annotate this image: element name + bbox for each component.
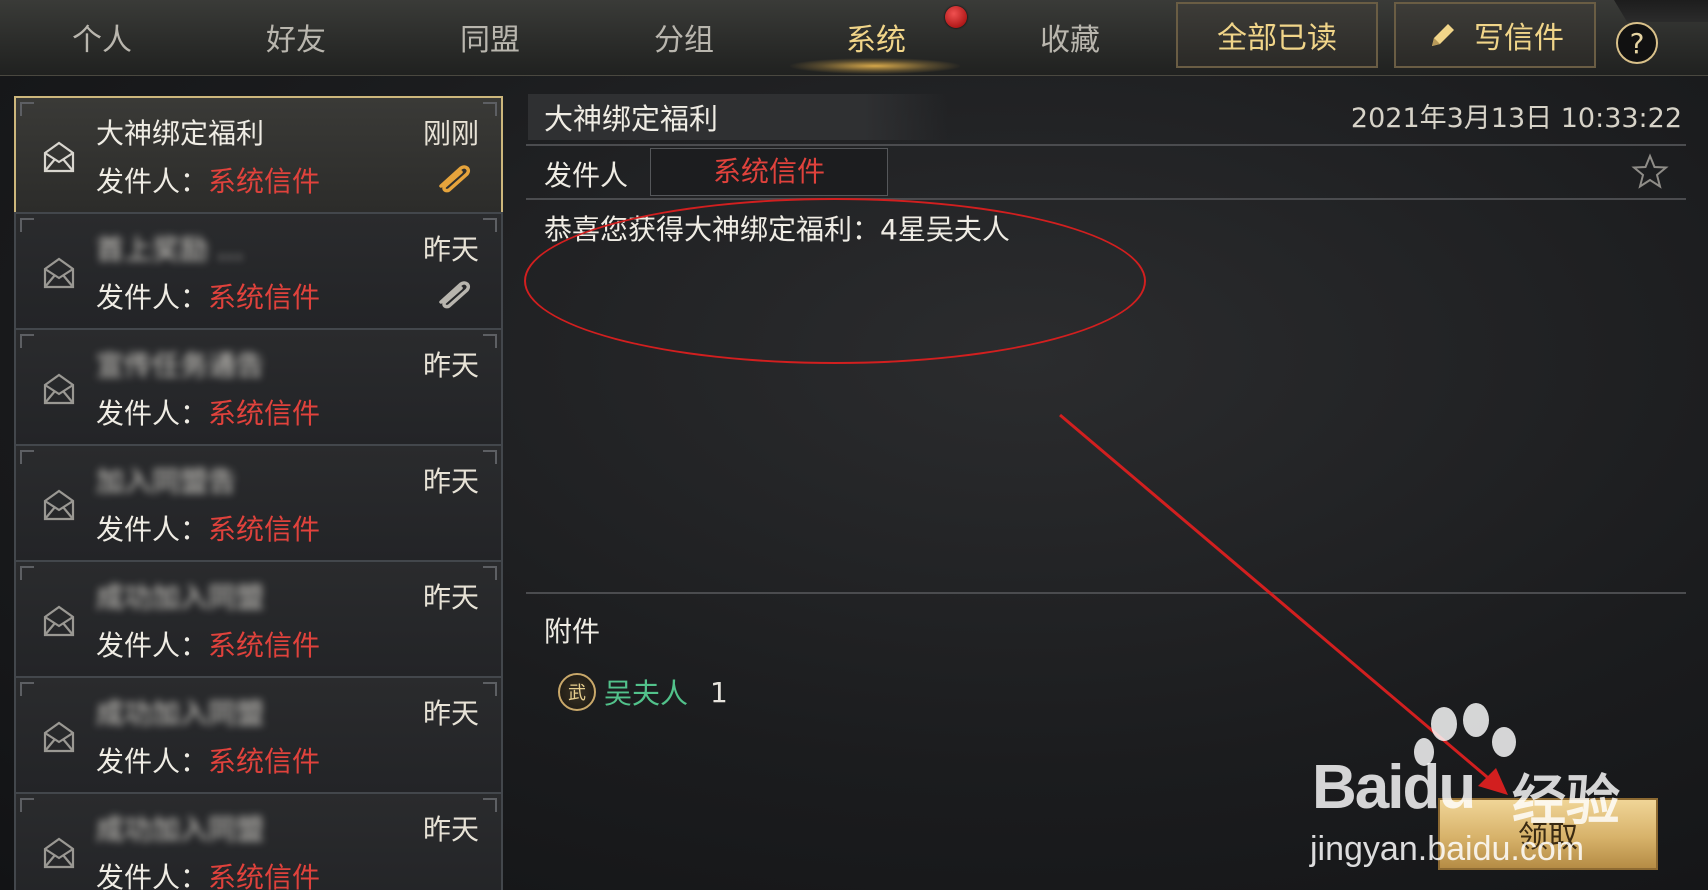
mail-title: 加入同盟告 — [96, 465, 237, 498]
mail-title: 宣传任务通告 — [96, 349, 265, 382]
mail-title: 首上奖励 ... — [96, 233, 244, 266]
attachment-label: 附件 — [544, 615, 601, 648]
help-button[interactable]: ? — [1616, 22, 1658, 64]
sender-name: 系统信件 — [208, 745, 321, 778]
mark-all-read-button[interactable]: 全部已读 — [1176, 2, 1378, 68]
mail-time: 昨天 — [422, 697, 479, 730]
star-icon[interactable] — [1630, 152, 1670, 192]
mail-sender: 发件人：系统信件 — [96, 740, 320, 780]
tab-group[interactable]: 分组 — [614, 18, 754, 64]
sender-label: 发件人： — [96, 513, 209, 546]
envelope-icon — [43, 373, 75, 405]
sender-label: 发件人： — [96, 281, 209, 314]
claim-button[interactable]: 领取 — [1438, 798, 1658, 870]
mail-title: 成功加入同盟 — [96, 813, 265, 846]
divider — [526, 144, 1686, 146]
sender-name: 系统信件 — [208, 861, 321, 890]
mail-sender: 发件人：系统信件 — [96, 160, 320, 200]
tab-personal[interactable]: 个人 — [32, 18, 172, 64]
attachment-item: 武 吴夫人 1 — [558, 672, 728, 712]
mail-detail-panel: 大神绑定福利 2021年3月13日 10:33:22 发件人 系统信件 恭喜您获… — [518, 88, 1690, 890]
mail-list-item[interactable]: 大神绑定福利 刚刚 发件人：系统信件 — [14, 96, 503, 214]
tab-favorites[interactable]: 收藏 — [1000, 18, 1140, 64]
mail-sender: 发件人：系统信件 — [96, 276, 320, 316]
envelope-icon — [43, 141, 75, 173]
divider — [526, 198, 1686, 200]
detail-sender-value: 系统信件 — [650, 148, 888, 196]
notification-dot — [945, 6, 967, 28]
mail-list: 大神绑定福利 刚刚 发件人：系统信件 首上奖励 ... 昨天 发件人：系统信件 … — [14, 94, 504, 890]
corner-decoration — [1614, 0, 1708, 22]
hero-badge-icon: 武 — [558, 673, 596, 711]
mail-time: 昨天 — [422, 581, 479, 614]
sender-label: 发件人： — [96, 629, 209, 662]
tab-system[interactable]: 系统 — [806, 18, 946, 64]
mail-time: 昨天 — [422, 465, 479, 498]
mail-list-item[interactable]: 成功加入同盟 昨天 发件人：系统信件 — [14, 792, 503, 890]
mail-sender: 发件人：系统信件 — [96, 856, 320, 890]
paperclip-icon — [439, 165, 471, 193]
mail-list-item[interactable]: 加入同盟告 昨天 发件人：系统信件 — [14, 444, 503, 562]
envelope-icon — [43, 837, 75, 869]
sender-name: 系统信件 — [208, 513, 321, 546]
mail-time: 昨天 — [422, 349, 479, 382]
detail-title: 大神绑定福利 — [544, 102, 719, 136]
write-mail-label: 写信件 — [1474, 21, 1564, 56]
mail-sender: 发件人：系统信件 — [96, 624, 320, 664]
mail-sender: 发件人：系统信件 — [96, 392, 320, 432]
attachment-quantity: 1 — [710, 675, 728, 709]
sender-name: 系统信件 — [208, 281, 321, 314]
top-tab-bar: 个人 好友 同盟 分组 系统 收藏 全部已读 写信件 ? — [0, 0, 1708, 76]
mail-time: 刚刚 — [422, 117, 479, 150]
tab-friends[interactable]: 好友 — [226, 18, 366, 64]
sender-label: 发件人： — [96, 165, 209, 198]
mail-title: 成功加入同盟 — [96, 697, 265, 730]
mail-list-item[interactable]: 成功加入同盟 昨天 发件人：系统信件 — [14, 560, 503, 678]
mark-all-read-label: 全部已读 — [1217, 21, 1337, 56]
divider — [526, 592, 1686, 594]
paperclip-icon — [439, 281, 471, 309]
claim-button-label: 领取 — [1518, 820, 1578, 855]
sender-name: 系统信件 — [208, 629, 321, 662]
mail-time: 昨天 — [422, 813, 479, 846]
envelope-icon — [43, 721, 75, 753]
detail-sender-label: 发件人 — [544, 159, 629, 192]
detail-date: 2021年3月13日 10:33:22 — [1350, 103, 1682, 134]
envelope-icon — [43, 605, 75, 637]
attachment-name: 吴夫人 — [604, 677, 689, 710]
mail-list-item[interactable]: 宣传任务通告 昨天 发件人：系统信件 — [14, 328, 503, 446]
mail-time: 昨天 — [422, 233, 479, 266]
mail-list-item[interactable]: 成功加入同盟 昨天 发件人：系统信件 — [14, 676, 503, 794]
sender-label: 发件人： — [96, 397, 209, 430]
mail-title: 大神绑定福利 — [96, 117, 265, 150]
mail-list-item[interactable]: 首上奖励 ... 昨天 发件人：系统信件 — [14, 212, 503, 330]
mail-sender: 发件人：系统信件 — [96, 508, 320, 548]
sender-label: 发件人： — [96, 861, 209, 890]
envelope-icon — [43, 489, 75, 521]
envelope-icon — [43, 257, 75, 289]
annotation-ellipse — [524, 198, 1146, 364]
write-mail-button[interactable]: 写信件 — [1394, 2, 1596, 68]
sender-label: 发件人： — [96, 745, 209, 778]
tab-alliance[interactable]: 同盟 — [420, 18, 560, 64]
sender-name: 系统信件 — [208, 397, 321, 430]
sender-name: 系统信件 — [208, 165, 321, 198]
mail-title: 成功加入同盟 — [96, 581, 265, 614]
pencil-icon — [1432, 24, 1454, 46]
